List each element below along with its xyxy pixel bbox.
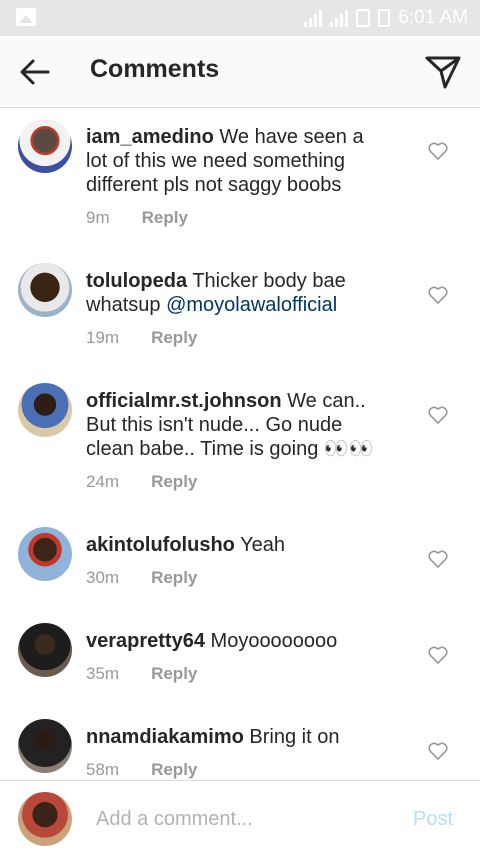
reply-button[interactable]: Reply xyxy=(151,472,197,492)
status-bar: 6:01 AM xyxy=(0,0,480,36)
avatar[interactable] xyxy=(18,527,72,581)
comment-meta: 19m Reply xyxy=(86,328,197,348)
comment-input[interactable] xyxy=(96,805,386,833)
avatar[interactable] xyxy=(18,623,72,677)
like-heart-icon[interactable] xyxy=(428,550,448,568)
like-heart-icon[interactable] xyxy=(428,742,448,760)
comment-meta: 30m Reply xyxy=(86,568,197,588)
comment-text: nnamdiakamimo Bring it on xyxy=(86,725,386,749)
comment-username[interactable]: nnamdiakamimo xyxy=(86,726,244,748)
status-indicators: 6:01 AM xyxy=(304,0,468,36)
page-title: Comments xyxy=(90,55,220,83)
comment-text: tolulopeda Thicker body bae whatsup @moy… xyxy=(86,269,386,317)
comment-username[interactable]: akintolufolusho xyxy=(86,534,235,556)
like-heart-icon[interactable] xyxy=(428,142,448,160)
avatar[interactable] xyxy=(18,263,72,317)
comment-time: 35m xyxy=(86,664,120,683)
comment-username[interactable]: tolulopeda xyxy=(86,270,187,292)
like-heart-icon[interactable] xyxy=(428,406,448,424)
battery-icon xyxy=(378,9,391,27)
back-arrow-icon[interactable] xyxy=(18,56,52,88)
comment-username[interactable]: iam_amedino xyxy=(86,126,214,148)
comment-meta: 58m Reply xyxy=(86,760,197,780)
comment-body: Moyoooooooo xyxy=(210,630,338,652)
comment-time: 9m xyxy=(86,208,110,227)
comment-body: Yeah xyxy=(240,534,285,556)
signal-icon xyxy=(304,9,323,27)
sim-icon xyxy=(356,9,371,27)
comment-text: iam_amedino We have seen a lot of this w… xyxy=(86,125,386,197)
reply-button[interactable]: Reply xyxy=(142,208,188,228)
status-time: 6:01 AM xyxy=(398,7,468,28)
reply-button[interactable]: Reply xyxy=(151,568,197,588)
signal-2-icon xyxy=(330,9,349,27)
comment-username[interactable]: officialmr.st.johnson xyxy=(86,390,282,412)
comment-composer: Post xyxy=(0,780,480,854)
comment-meta: 24m Reply xyxy=(86,472,197,492)
comment-text: verapretty64 Moyoooooooo xyxy=(86,629,386,653)
comment-text: akintolufolusho Yeah xyxy=(86,533,386,557)
avatar[interactable] xyxy=(18,383,72,437)
reply-button[interactable]: Reply xyxy=(151,760,197,780)
post-button[interactable]: Post xyxy=(413,808,453,831)
comment-text: officialmr.st.johnson We can.. But this … xyxy=(86,389,386,461)
comment-time: 58m xyxy=(86,760,120,779)
avatar[interactable] xyxy=(18,719,72,773)
comment-meta: 9m Reply xyxy=(86,208,188,228)
comment-meta: 35m Reply xyxy=(86,664,197,684)
comment-time: 30m xyxy=(86,568,120,587)
comment-time: 19m xyxy=(86,328,120,347)
mention-link[interactable]: @moyolawalofficial xyxy=(166,294,337,316)
like-heart-icon[interactable] xyxy=(428,286,448,304)
reply-button[interactable]: Reply xyxy=(151,328,197,348)
comments-list[interactable]: iam_amedino We have seen a lot of this w… xyxy=(0,108,480,780)
user-avatar xyxy=(18,792,72,846)
comment-time: 24m xyxy=(86,472,120,491)
header: Comments xyxy=(0,36,480,108)
comment-username[interactable]: verapretty64 xyxy=(86,630,205,652)
avatar[interactable] xyxy=(18,119,72,173)
like-heart-icon[interactable] xyxy=(428,646,448,664)
reply-button[interactable]: Reply xyxy=(151,664,197,684)
gallery-notification-icon xyxy=(16,8,36,26)
send-direct-icon[interactable] xyxy=(424,54,462,90)
comment-body: Bring it on xyxy=(249,726,340,748)
